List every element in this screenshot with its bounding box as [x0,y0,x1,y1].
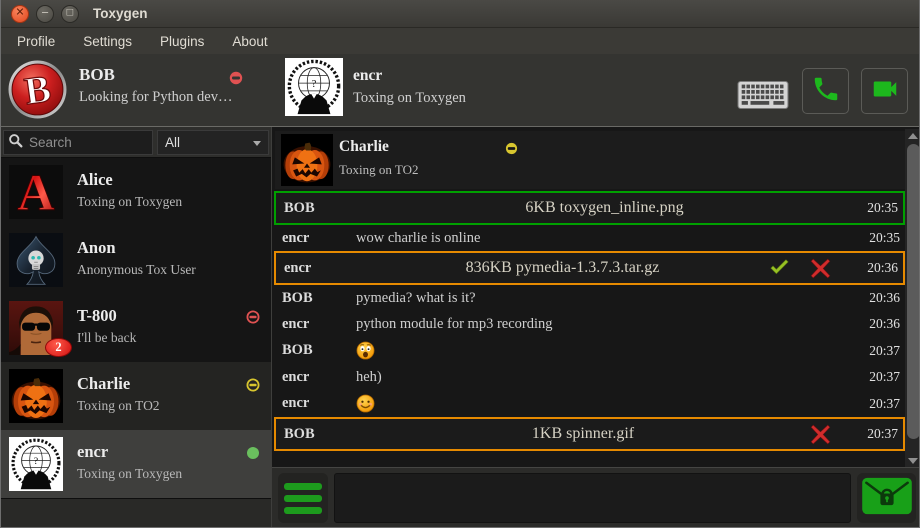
chat-scrollbar[interactable] [905,129,920,467]
keyboard-icon[interactable] [737,80,789,110]
video-camera-icon [870,74,900,109]
status-online-icon [246,446,260,460]
chat-peer-avatar: ? [285,58,343,116]
svg-text:A: A [17,165,55,219]
composer [272,467,920,528]
conversation-peer-header: Charlie Toxing on TO2 [275,131,905,189]
menu-icon[interactable] [278,473,328,523]
message-row: encr 20:37 [274,390,905,417]
contact-list: A Alice Toxing on Toxygen Anon Anonymous… [1,158,271,498]
file-transfer-row[interactable]: encr 836KB pymedia-1.3.7.3.tar.gz 20:36 [274,251,905,285]
unread-badge: 2 [45,338,72,357]
self-name: BOB [79,65,115,85]
svg-text:?: ? [34,456,38,467]
conversation-peer-avatar [281,134,333,186]
sidebar-footer [1,498,271,528]
contact-row-alice[interactable]: A Alice Toxing on Toxygen [1,158,271,226]
chat-panel: Charlie Toxing on TO2 BOB 6KB toxygen_in… [271,127,920,528]
contact-filter-dropdown[interactable]: All [157,130,269,155]
menu-item-about[interactable]: About [218,28,281,54]
toxygen-window: ✕ – □ Toxygen ProfileSettingsPluginsAbou… [0,0,920,528]
status-away-ring-icon [246,378,260,392]
shocked-smiley-icon [356,341,375,360]
search-box [3,130,153,155]
header: B BOB Looking for Python dev… ? encr Tox… [1,54,919,127]
message-row: BOB pymedia? what is it? 20:36 [274,285,905,311]
menu-item-plugins[interactable]: Plugins [146,28,218,54]
pumpkin-avatar [9,369,63,423]
contact-filter-value: All [165,135,180,150]
conversation-peer-name: Charlie [339,138,389,156]
file-transfer-row[interactable]: BOB 1KB spinner.gif 20:37 [274,417,905,451]
file-transfer-row[interactable]: BOB 6KB toxygen_inline.png 20:35 [274,191,905,225]
window-title: Toxygen [93,6,148,21]
accept-file-check-icon[interactable] [767,256,792,281]
message-row: BOB 20:37 [274,337,905,364]
sidebar: All A Alice Toxing on Toxygen Anon Anony… [1,127,271,528]
self-status-busy-icon [229,71,243,85]
contact-row-t-800[interactable]: T-800 I'll be back 2 [1,294,271,362]
menubar: ProfileSettingsPluginsAbout [1,28,919,54]
message-input[interactable] [334,473,851,523]
message-row: encr wow charlie is online 20:35 [274,225,905,251]
message-list: BOB 6KB toxygen_inline.png 20:35 encr wo… [274,191,905,451]
anonymous-mask-avatar: ? [9,437,63,491]
self-status-message: Looking for Python dev… [79,89,232,106]
close-icon[interactable]: ✕ [11,5,29,23]
status-busy-ring-icon [246,310,260,324]
red-a-avatar: A [9,165,63,219]
search-icon [4,133,27,153]
scroll-up-icon[interactable] [905,129,920,142]
conversation-peer-status-away-icon [505,142,518,155]
chat-peer-name: encr [353,67,382,85]
decline-file-cross-icon[interactable] [808,256,833,281]
maximize-icon[interactable]: □ [61,5,79,23]
phone-icon [811,74,841,109]
search-row: All [1,127,271,158]
decline-file-cross-icon[interactable] [808,422,833,447]
message-row: encr heh) 20:37 [274,364,905,390]
scroll-down-icon[interactable] [905,454,920,467]
menu-item-settings[interactable]: Settings [69,28,146,54]
contact-row-anon[interactable]: Anon Anonymous Tox User [1,226,271,294]
chat-peer-status-message: Toxing on Toxygen [353,90,466,107]
self-avatar[interactable]: B [7,59,68,120]
spade-skull-avatar [9,233,63,287]
smile-smiley-icon [356,394,375,413]
search-input[interactable] [27,134,152,151]
titlebar: ✕ – □ Toxygen [1,0,919,28]
send-button[interactable] [857,473,916,523]
chevron-down-icon [253,141,261,146]
encrypted-send-icon [861,477,913,520]
scrollbar-thumb[interactable] [907,144,920,439]
minimize-icon[interactable]: – [36,5,54,23]
contact-row-encr[interactable]: ? encr Toxing on Toxygen [1,430,271,498]
video-call-button[interactable] [861,68,908,114]
message-row: encr python module for mp3 recording 20:… [274,311,905,337]
audio-call-button[interactable] [802,68,849,114]
contact-row-charlie[interactable]: Charlie Toxing on TO2 [1,362,271,430]
svg-text:?: ? [312,79,317,90]
menu-item-profile[interactable]: Profile [3,28,69,54]
conversation-peer-status-message: Toxing on TO2 [339,162,419,178]
